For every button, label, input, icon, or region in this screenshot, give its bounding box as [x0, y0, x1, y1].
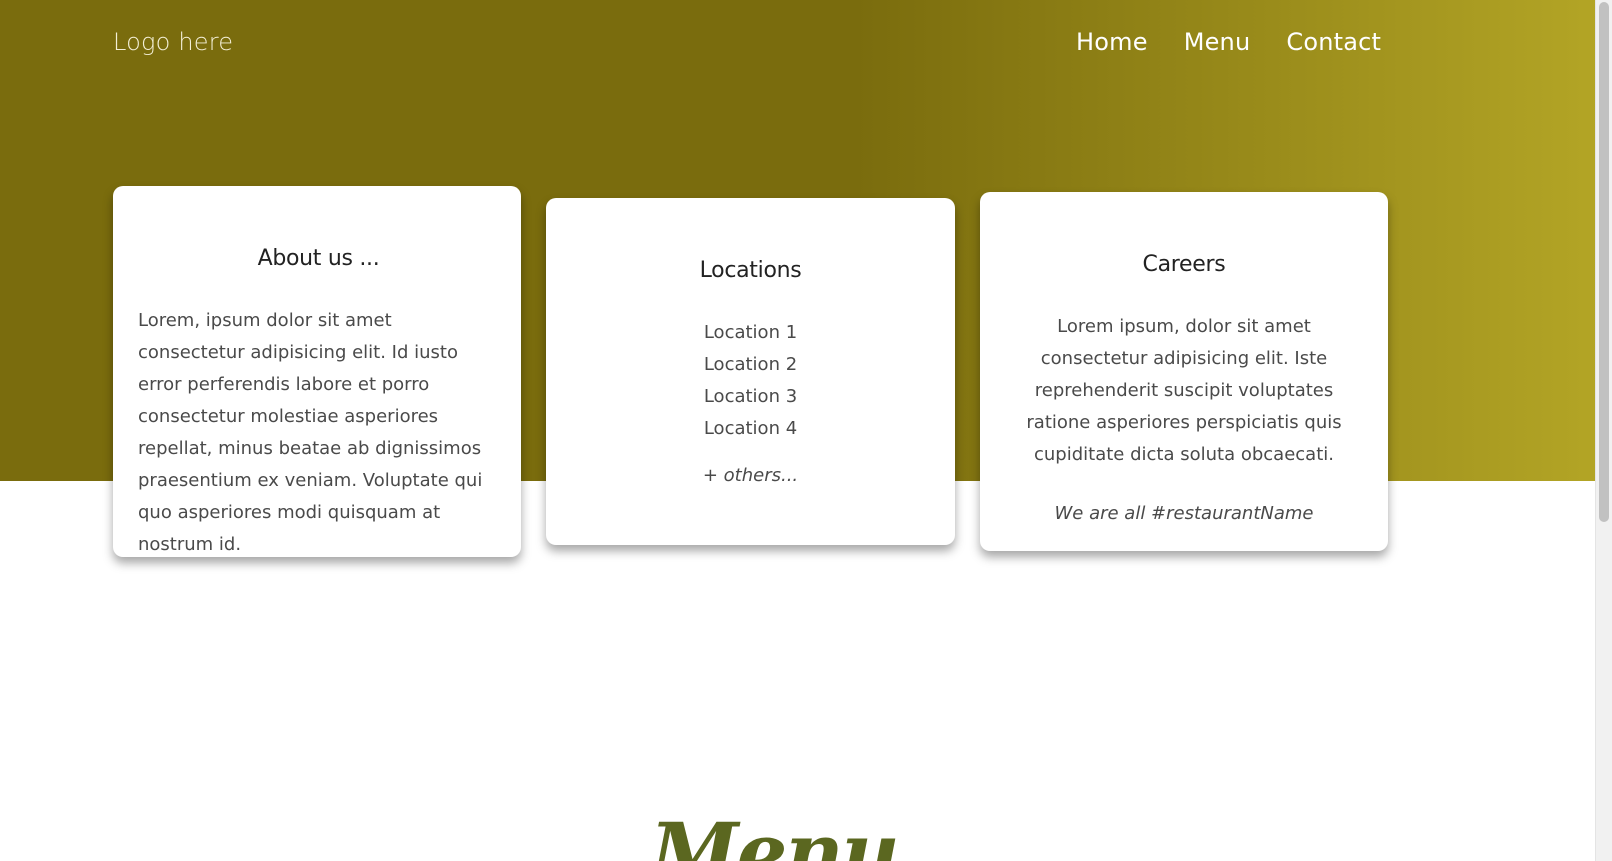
about-title: About us ...: [257, 246, 380, 271]
page: Logo here Home Menu Contact About us ...…: [0, 0, 1612, 861]
nav-contact-link[interactable]: Contact: [1286, 28, 1381, 56]
nav-home-link[interactable]: Home: [1076, 28, 1148, 56]
location-item: Location 1: [703, 322, 798, 343]
scrollbar-thumb[interactable]: [1599, 2, 1609, 522]
careers-text: Lorem ipsum, dolor sit amet consectetur …: [1026, 316, 1342, 465]
main-nav: Home Menu Contact: [1076, 28, 1381, 56]
about-card: About us ... Lorem, ipsum dolor sit amet…: [113, 186, 521, 557]
logo[interactable]: Logo here: [113, 28, 233, 56]
careers-tagline: We are all #restaurantName: [1054, 503, 1314, 524]
location-item: Location 3: [703, 386, 798, 407]
location-item: Location 4: [703, 418, 798, 439]
nav-menu-link[interactable]: Menu: [1184, 28, 1251, 56]
careers-title: Careers: [1142, 252, 1226, 277]
location-item: Location 2: [703, 354, 798, 375]
about-text: Lorem, ipsum dolor sit amet consectetur …: [138, 310, 483, 555]
menu-section-heading: Menu: [650, 805, 900, 861]
careers-card: Careers Lorem ipsum, dolor sit amet cons…: [980, 192, 1388, 551]
locations-card: Locations Location 1 Location 2 Location…: [546, 198, 955, 545]
locations-more: + others...: [702, 465, 799, 486]
page-scrollbar[interactable]: [1595, 0, 1612, 861]
locations-list: Location 1 Location 2 Location 3 Locatio…: [566, 317, 935, 445]
locations-title: Locations: [699, 258, 802, 283]
